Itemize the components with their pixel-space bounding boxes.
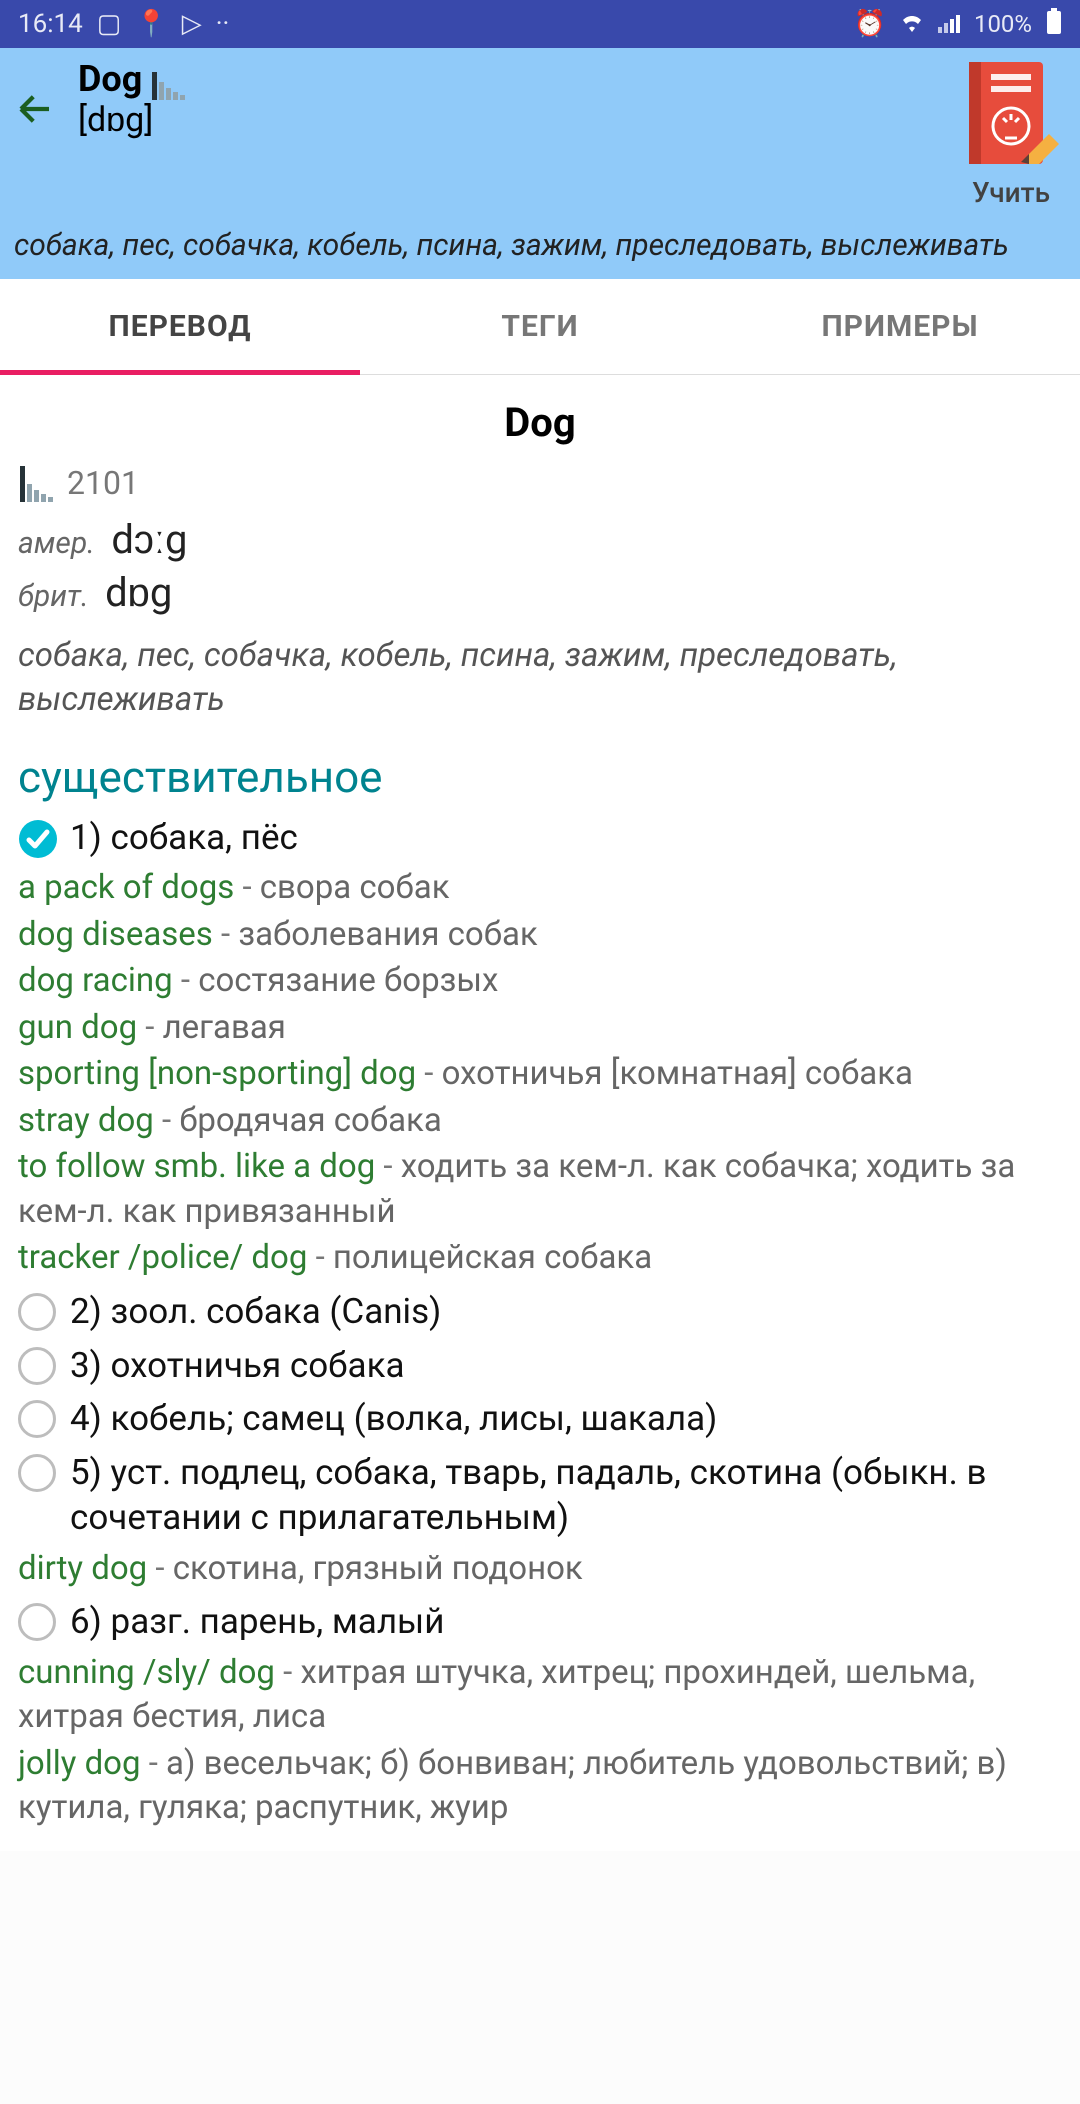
sense-item[interactable]: 2) зоол. собака (Canis) [18,1289,1062,1335]
radio-unchecked-icon[interactable] [18,1400,58,1440]
phrase-item[interactable]: a pack of dogs - свора собак [18,866,1062,911]
tabs: ПЕРЕВОД ТЕГИ ПРИМЕРЫ [0,279,1080,375]
phrase-item[interactable]: dirty dog - скотина, грязный подонок [18,1547,1062,1592]
pron-us: амер. dɔːg [18,516,1062,563]
phrase-list: a pack of dogs - свора собакdog diseases… [18,866,1062,1281]
radio-checked-icon[interactable] [18,819,58,859]
sense-item[interactable]: 5) уст. подлец, собака, тварь, падаль, с… [18,1450,1062,1541]
frequency-bars-icon [20,466,53,502]
part-of-speech: существительное [18,751,1062,803]
learn-label: Учить [956,176,1066,209]
wifi-icon [900,9,924,39]
frequency-row: 2101 [18,464,1062,502]
book-lightbulb-icon [961,58,1061,168]
phrase-list: cunning /sly/ dog - хитрая штучка, хитре… [18,1651,1062,1831]
radio-unchecked-icon[interactable] [18,1293,58,1333]
pron-uk: брит. dɒg [18,569,1062,616]
tab-translation[interactable]: ПЕРЕВОД [0,279,360,374]
sense-text: 1) собака, пёс [70,815,298,861]
entry-title: Dog [18,399,1062,446]
word-block: Dog [dɒg] [78,58,956,140]
phrase-item[interactable]: gun dog - легавая [18,1006,1062,1051]
phrase-list: dirty dog - скотина, грязный подонок [18,1547,1062,1592]
location-icon: 📍 [135,9,167,39]
header: Dog [dɒg] Учить собака, пес, соб [0,48,1080,279]
battery-icon [1046,8,1062,41]
tab-tags[interactable]: ТЕГИ [360,279,720,374]
radio-unchecked-icon[interactable] [18,1603,58,1643]
learn-button[interactable]: Учить [956,58,1066,209]
ipa-text: [dɒg] [78,100,956,140]
phrase-item[interactable]: tracker /police/ dog - полицейская собак… [18,1236,1062,1281]
phrase-item[interactable]: to follow smb. like a dog - ходить за ке… [18,1145,1062,1234]
sense-text: 5) уст. подлец, собака, тварь, падаль, с… [70,1450,1062,1541]
content[interactable]: Dog 2101 амер. dɔːg брит. dɒg собака, пе… [0,399,1080,1851]
back-button[interactable] [14,58,78,134]
battery-percent: 100% [974,10,1032,38]
sense-text: 2) зоол. собака (Canis) [70,1289,441,1335]
play-icon: ▷ [182,9,202,39]
status-bar: 16:14 ▢ 📍 ▷ ·· ⏰ 100% [0,0,1080,48]
radio-unchecked-icon[interactable] [18,1347,58,1387]
phrase-item[interactable]: dog racing - состязание борзых [18,959,1062,1004]
phrase-item[interactable]: stray dog - бродячая собака [18,1099,1062,1144]
frequency-count: 2101 [67,464,139,502]
alarm-icon: ⏰ [854,9,886,39]
brief-translations: собака, пес, собачка, кобель, псина, заж… [14,227,1066,265]
more-icon: ·· [216,9,230,39]
entry-brief: собака, пес, собачка, кобель, псина, заж… [18,634,1062,723]
phrase-item[interactable]: dog diseases - заболевания собак [18,913,1062,958]
headword: Dog [78,58,142,100]
sense-item[interactable]: 4) кобель; самец (волка, лисы, шакала) [18,1396,1062,1442]
frequency-bars-icon [152,72,185,100]
sense-item[interactable]: 1) собака, пёс [18,815,1062,861]
sense-text: 6) разг. парень, малый [70,1599,444,1645]
sense-text: 4) кобель; самец (волка, лисы, шакала) [70,1396,717,1442]
tab-underline [0,370,360,375]
tab-examples[interactable]: ПРИМЕРЫ [720,279,1080,374]
phrase-item[interactable]: sporting [non-sporting] dog - охотничья … [18,1052,1062,1097]
sense-item[interactable]: 6) разг. парень, малый [18,1599,1062,1645]
status-time: 16:14 [18,9,83,39]
radio-unchecked-icon[interactable] [18,1454,58,1494]
sense-text: 3) охотничья собака [70,1343,405,1389]
phrase-item[interactable]: cunning /sly/ dog - хитрая штучка, хитре… [18,1651,1062,1740]
arrow-left-icon [14,88,56,130]
phrase-item[interactable]: jolly dog - а) весельчак; б) бонвиван; л… [18,1742,1062,1831]
sense-item[interactable]: 3) охотничья собака [18,1343,1062,1389]
image-icon: ▢ [97,9,122,39]
signal-icon [938,15,960,33]
